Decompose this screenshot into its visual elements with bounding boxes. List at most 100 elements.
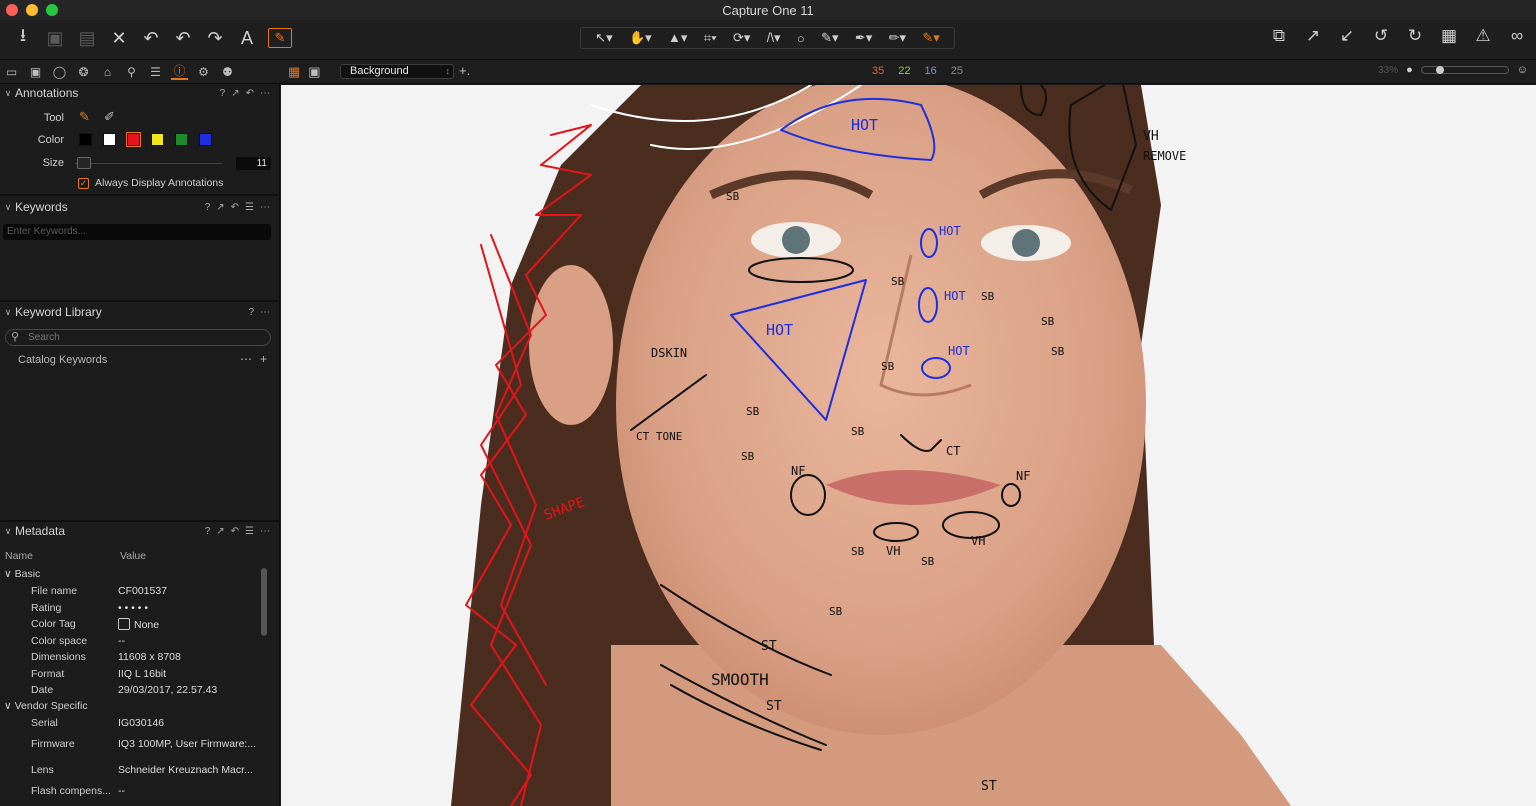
eraser-icon[interactable]: ✐	[104, 109, 115, 125]
more-icon[interactable]: ⋯	[260, 88, 270, 99]
move-up-icon[interactable]: ↗	[1302, 26, 1324, 46]
hand-tool-icon[interactable]: ✋▾	[629, 30, 652, 46]
picker-tool-icon[interactable]: ✒▾	[855, 30, 872, 46]
metadata-value[interactable]: IIQ L 16bit	[118, 668, 166, 680]
batch-tab-icon[interactable]: ⚉	[219, 63, 236, 80]
color-swatch-2[interactable]	[126, 132, 141, 147]
stack-tool-icon[interactable]: ▲▾	[668, 30, 687, 46]
size-value[interactable]: 11	[236, 157, 271, 170]
count-0[interactable]: 35	[872, 65, 884, 77]
metadata-value[interactable]: 29/03/2017, 22.57.43	[118, 684, 217, 696]
stack-icon[interactable]: ⧉	[1268, 26, 1290, 46]
add-icon[interactable]: +	[260, 352, 267, 366]
exposure-tab-icon[interactable]: ⌂	[99, 63, 116, 80]
undo-step-icon[interactable]: ↶	[172, 26, 194, 50]
metadata-value[interactable]: IG030146	[118, 717, 164, 729]
size-slider[interactable]	[75, 157, 222, 169]
move-down-icon[interactable]: ↙	[1336, 26, 1358, 46]
rotate-right-icon[interactable]: ↻	[1404, 26, 1426, 46]
import-icon[interactable]: ⭳	[12, 25, 34, 50]
grid-view-icon[interactable]: ▦	[288, 64, 300, 80]
metadata-value[interactable]: 11608 x 8708	[118, 651, 181, 663]
annotations-header[interactable]: ∨ Annotations ? ↗ ↶ ⋯	[0, 84, 280, 102]
color-swatch-4[interactable]	[175, 133, 188, 146]
close-icon[interactable]: ✕	[108, 26, 130, 50]
zoom-slider-thumb[interactable]	[1435, 66, 1444, 74]
keywords-input[interactable]: Enter Keywords...	[3, 224, 271, 240]
lens-tab-icon[interactable]: ◯	[51, 63, 68, 80]
brush-tool-icon[interactable]: ✎▾	[821, 30, 838, 46]
color-swatch-1[interactable]	[103, 133, 116, 146]
expand-icon[interactable]: ↗	[216, 526, 224, 537]
help-icon[interactable]: ?	[205, 526, 211, 537]
add-variant-icon[interactable]: +.	[459, 63, 470, 78]
metadata-scrollbar[interactable]	[261, 568, 267, 636]
eraser-tool-icon[interactable]: ✏▾	[889, 30, 906, 46]
always-display-checkbox[interactable]: ✓	[78, 178, 89, 189]
warning-icon[interactable]: ⚠	[1472, 26, 1494, 46]
capture-tab-icon[interactable]: ▣	[27, 63, 44, 80]
keyword-library-header[interactable]: ∨ Keyword Library ? ⋯	[0, 303, 280, 321]
column-value[interactable]: Value	[120, 550, 146, 562]
export-icon[interactable]: ▤	[76, 26, 98, 50]
help-icon[interactable]: ?	[248, 307, 254, 318]
glasses-icon[interactable]: ∞	[1506, 26, 1528, 46]
library-tab-icon[interactable]: ▭	[3, 63, 20, 80]
color-tab-icon[interactable]: ❂	[75, 63, 92, 80]
rotate-tool-icon[interactable]: ⟳▾	[733, 30, 750, 46]
size-slider-knob[interactable]	[77, 157, 91, 169]
expand-icon[interactable]: ↗	[216, 202, 224, 213]
help-icon[interactable]: ?	[205, 202, 211, 213]
color-swatch-0[interactable]	[79, 133, 92, 146]
adjustments-tab-icon[interactable]: ☰	[147, 63, 164, 80]
camera-icon[interactable]: ▣	[44, 26, 66, 50]
metadata-value[interactable]: • • • • •	[118, 602, 148, 614]
image-viewer[interactable]: HOT HOT HOT HOT HOT VH REMOVE DSKIN CT T…	[281, 85, 1536, 806]
metadata-value[interactable]: IQ3 100MP, User Firmware:...	[118, 738, 256, 750]
metadata-value[interactable]: --	[118, 785, 125, 797]
rotate-left-icon[interactable]: ↺	[1370, 26, 1392, 46]
count-3[interactable]: 25	[951, 65, 963, 77]
grid-icon[interactable]: ▦	[1438, 26, 1460, 46]
help-icon[interactable]: ?	[220, 88, 226, 99]
expand-icon[interactable]: ↗	[231, 88, 239, 99]
metadata-value[interactable]: --	[118, 635, 125, 647]
pen-tool-icon[interactable]: ✎▾	[922, 30, 939, 46]
output-tab-icon[interactable]: ⚙	[195, 63, 212, 80]
basic-group[interactable]: ∨ Basic	[4, 568, 40, 580]
reset-icon[interactable]: ↶	[231, 526, 239, 537]
keyword-search-input[interactable]: ⚲ Search	[5, 329, 271, 346]
more-icon[interactable]: ⋯	[240, 352, 252, 366]
catalog-keywords[interactable]: Catalog Keywords	[18, 354, 107, 366]
pen-icon[interactable]: ✎	[79, 109, 90, 125]
text-icon[interactable]: A	[236, 26, 258, 50]
more-icon[interactable]: ⋯	[260, 307, 270, 318]
annotate-icon[interactable]: ✎	[268, 28, 292, 48]
metadata-value[interactable]: Schneider Kreuznach Macr...	[118, 764, 253, 776]
cursor-tool-icon[interactable]: ↖▾	[595, 30, 612, 46]
undo-icon[interactable]: ↶	[140, 26, 162, 50]
keywords-header[interactable]: ∨ Keywords ? ↗ ↶ ☰ ⋯	[0, 198, 280, 216]
vendor-group[interactable]: ∨ Vendor Specific	[4, 700, 88, 712]
metadata-value[interactable]: None	[118, 618, 159, 631]
crop-tool-icon[interactable]: ⌗▾	[704, 30, 717, 46]
count-2[interactable]: 16	[925, 65, 937, 77]
reset-icon[interactable]: ↶	[246, 88, 254, 99]
metadata-value[interactable]: CF001537	[118, 585, 167, 597]
list-icon[interactable]: ☰	[245, 202, 254, 213]
background-select[interactable]: Background ↕	[340, 64, 454, 79]
reset-icon[interactable]: ↶	[231, 202, 239, 213]
column-name[interactable]: Name	[5, 550, 33, 562]
zoom-slider[interactable]	[1420, 66, 1509, 74]
metadata-header[interactable]: ∨ Metadata ? ↗ ↶ ☰ ⋯	[0, 522, 280, 540]
more-icon[interactable]: ⋯	[260, 526, 270, 537]
color-swatch-3[interactable]	[151, 133, 164, 146]
list-icon[interactable]: ☰	[245, 526, 254, 537]
single-view-icon[interactable]: ▣	[308, 64, 320, 80]
keystone-tool-icon[interactable]: /\▾	[767, 30, 781, 46]
details-tab-icon[interactable]: ⚲	[123, 63, 140, 80]
more-icon[interactable]: ⋯	[260, 202, 270, 213]
color-swatch-5[interactable]	[199, 133, 212, 146]
color-tag-box[interactable]	[118, 618, 130, 630]
redo-step-icon[interactable]: ↷	[204, 26, 226, 50]
